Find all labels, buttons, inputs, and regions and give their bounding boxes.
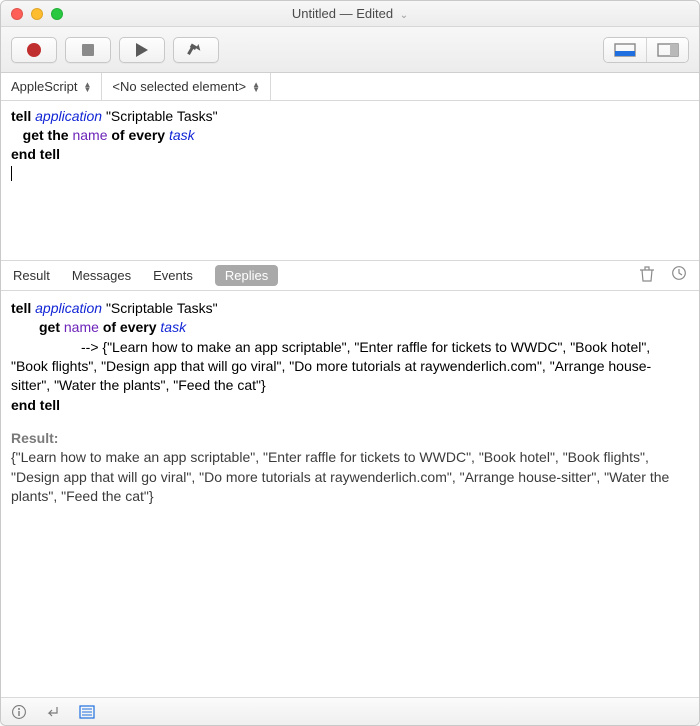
script-editor-window: Untitled — Edited ⌄ AppleScript ▲▼ <box>0 0 700 726</box>
compile-button[interactable] <box>173 37 219 63</box>
keyword: end tell <box>11 397 60 413</box>
titlebar: Untitled — Edited ⌄ <box>1 1 699 27</box>
view-mode-bottom-panel[interactable] <box>604 38 646 62</box>
play-icon <box>136 43 148 57</box>
string: "Scriptable Tasks" <box>106 108 218 124</box>
tab-events[interactable]: Events <box>153 268 193 283</box>
status-bar <box>1 697 699 725</box>
view-mode-segmented <box>603 37 689 63</box>
minimize-window-button[interactable] <box>31 8 43 20</box>
language-label: AppleScript <box>11 79 77 94</box>
log-tabs: Result Messages Events Replies <box>1 261 699 291</box>
text-cursor <box>11 166 12 181</box>
navigation-bar: AppleScript ▲▼ <No selected element> ▲▼ <box>1 73 699 101</box>
stepper-icon: ▲▼ <box>83 82 91 92</box>
log-toggle[interactable] <box>79 705 95 719</box>
keyword: tell <box>11 108 31 124</box>
window-controls <box>11 8 63 20</box>
toolbar <box>1 27 699 73</box>
record-button[interactable] <box>11 37 57 63</box>
zoom-window-button[interactable] <box>51 8 63 20</box>
property: name <box>64 319 99 335</box>
keyword: get the <box>23 127 69 143</box>
reply-values: {"Learn how to make an app scriptable", … <box>11 339 651 394</box>
class: application <box>35 300 102 316</box>
clock-icon <box>671 265 687 281</box>
script-editor-pane[interactable]: tell application "Scriptable Tasks" get … <box>1 101 699 261</box>
class: application <box>35 108 102 124</box>
stepper-icon: ▲▼ <box>252 82 260 92</box>
close-window-button[interactable] <box>11 8 23 20</box>
property: name <box>72 127 107 143</box>
accessory-toggle[interactable] <box>45 705 61 719</box>
window-title: Untitled — Edited <box>292 6 393 21</box>
view-mode-side-panel[interactable] <box>646 38 688 62</box>
timing-button[interactable] <box>671 265 687 286</box>
keyword: tell <box>11 300 31 316</box>
info-icon <box>11 704 27 720</box>
keyword: of every <box>111 127 165 143</box>
string: "Scriptable Tasks" <box>106 300 218 316</box>
result-body: {"Learn how to make an app scriptable", … <box>11 448 689 506</box>
title-dropdown-icon[interactable]: ⌄ <box>400 10 408 21</box>
stop-icon <box>82 44 94 56</box>
tab-result[interactable]: Result <box>13 268 50 283</box>
hammer-icon <box>187 42 205 58</box>
element-label: <No selected element> <box>112 79 246 94</box>
tab-replies[interactable]: Replies <box>215 265 278 286</box>
keyword: get <box>39 319 60 335</box>
language-selector[interactable]: AppleScript ▲▼ <box>1 73 102 100</box>
tab-messages[interactable]: Messages <box>72 268 131 283</box>
return-icon <box>45 705 61 719</box>
trash-icon <box>639 265 655 283</box>
record-icon <box>27 43 41 57</box>
stop-button[interactable] <box>65 37 111 63</box>
class: task <box>169 127 195 143</box>
keyword: of every <box>103 319 157 335</box>
run-button[interactable] <box>119 37 165 63</box>
description-toggle[interactable] <box>11 704 27 720</box>
result-label: Result: <box>11 429 689 448</box>
element-selector[interactable]: <No selected element> ▲▼ <box>102 73 271 100</box>
reply-arrow: --> <box>81 339 99 355</box>
clear-log-button[interactable] <box>639 265 655 286</box>
class: task <box>160 319 186 335</box>
log-pane[interactable]: tell application "Scriptable Tasks" get … <box>1 291 699 697</box>
keyword: end tell <box>11 146 60 162</box>
list-icon <box>79 705 95 719</box>
